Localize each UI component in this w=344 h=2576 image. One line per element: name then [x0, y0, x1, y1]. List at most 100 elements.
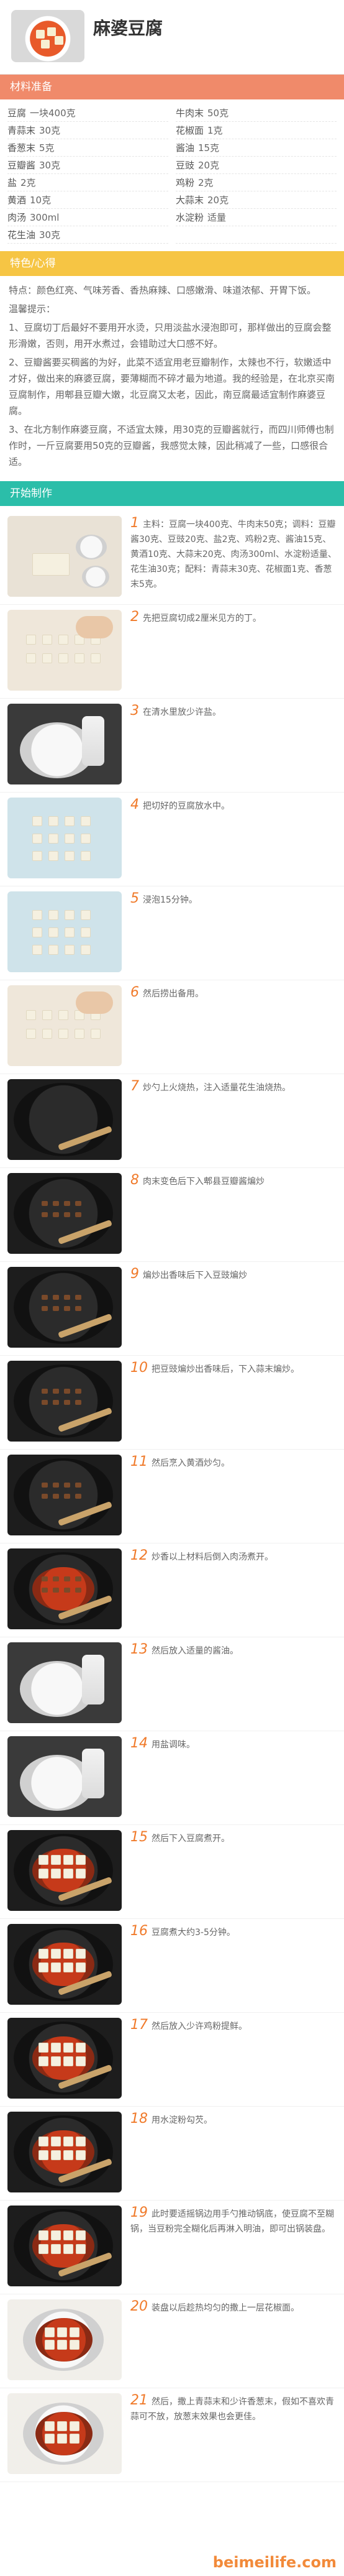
- step-photo: [7, 2018, 122, 2099]
- step-text: 然后，撒上青蒜末和少许香葱末，假如不喜欢青蒜可不放，放葱末效果也会更佳。: [130, 2397, 334, 2422]
- step-item: 6 然后捞出备用。: [0, 980, 344, 1074]
- ingredient-name: 香葱末: [7, 142, 36, 154]
- step-text: 用水淀粉勾芡。: [152, 2115, 212, 2125]
- tips-section-header: 特色/心得: [0, 251, 344, 276]
- step-text: 豆腐煮大约3-5分钟。: [152, 1928, 235, 1938]
- step-description: 17 然后放入少许鸡粉提鲜。: [130, 2018, 337, 2034]
- ingredient-amount: 2克: [20, 177, 36, 188]
- ingredient-amount: 30克: [39, 160, 61, 171]
- step-description: 4 把切好的豆腐放水中。: [130, 798, 337, 814]
- ingredient-name: 牛肉末: [176, 108, 204, 119]
- step-number: 13: [130, 1642, 148, 1657]
- ingredient-amount: 2克: [198, 177, 214, 188]
- step-photo: [7, 704, 122, 784]
- ingredient-item: 鸡粉 2克: [176, 174, 337, 191]
- ingredient-name: 豆腐: [7, 108, 27, 119]
- ingredient-amount: 适量: [207, 212, 227, 223]
- step-number: 14: [130, 1736, 148, 1751]
- ingredient-name: 酱油: [176, 142, 195, 154]
- watermark: beimeilife.com: [212, 2554, 337, 2571]
- ingredient-item: 青蒜末 30克: [7, 122, 168, 139]
- step-photo: [7, 1361, 122, 1442]
- step-item: 2 先把豆腐切成2厘米见方的丁。: [0, 605, 344, 699]
- ingredient-item: 肉汤 300ml: [7, 209, 168, 226]
- step-description: 21 然后，撒上青蒜末和少许香葱末，假如不喜欢青蒜可不放，放葱末效果也会更佳。: [130, 2393, 337, 2424]
- step-photo: [7, 1830, 122, 1911]
- step-description: 9 煸炒出香味后下入豆豉煸炒: [130, 1267, 337, 1283]
- tip-paragraph: 温馨提示：: [9, 303, 56, 315]
- step-item: 12 炒香以上材料后倒入肉汤煮开。: [0, 1543, 344, 1637]
- step-number: 21: [130, 2393, 148, 2408]
- steps-section-header: 开始制作: [0, 481, 344, 506]
- ingredient-amount: 50克: [207, 108, 229, 119]
- ingredient-item: 豆瓣酱 30克: [7, 157, 168, 174]
- step-photo: [7, 1736, 122, 1817]
- step-description: 7 炒勺上火烧热，注入适量花生油烧热。: [130, 1079, 337, 1095]
- step-photo: [7, 1455, 122, 1535]
- step-item: 8 肉末变色后下入郫县豆瓣酱煸炒: [0, 1168, 344, 1262]
- step-item: 4 把切好的豆腐放水中。: [0, 793, 344, 886]
- step-item: 3 在清水里放少许盐。: [0, 699, 344, 793]
- step-number: 7: [130, 1079, 139, 1094]
- step-description: 5 浸泡15分钟。: [130, 891, 337, 908]
- step-number: 16: [130, 1923, 148, 1939]
- step-photo: [7, 1924, 122, 2005]
- ingredient-amount: 1克: [207, 125, 223, 136]
- ingredient-name: 青蒜末: [7, 125, 36, 136]
- step-description: 10 把豆豉煸炒出香味后，下入蒜末煸炒。: [130, 1361, 337, 1377]
- ingredient-amount: 一块400克: [30, 108, 76, 119]
- tips-content: 特点：颜色红亮、气味芳香、香热麻辣、口感嫩滑、味道浓郁、开胃下饭。 温馨提示： 1、…: [0, 276, 344, 481]
- step-number: 15: [130, 1829, 148, 1845]
- step-text: 主料：豆腐一块400克、牛肉末50克；调料：豆瓣酱30克、豆豉20克、盐2克、鸡…: [130, 520, 337, 589]
- step-text: 把切好的豆腐放水中。: [143, 801, 230, 811]
- step-text: 然后烹入黄酒炒匀。: [152, 1458, 230, 1468]
- step-number: 4: [130, 797, 139, 812]
- step-number: 18: [130, 2111, 148, 2127]
- step-item: 21 然后，撒上青蒜末和少许香葱末，假如不喜欢青蒜可不放，放葱末效果也会更佳。: [0, 2388, 344, 2482]
- step-number: 10: [130, 1360, 148, 1376]
- tip-paragraph: 3、在北方制作麻婆豆腐，不适宜太辣，用30克的豆瓣酱就行，而四川师傅也制作时，一…: [9, 424, 334, 467]
- step-text: 肉末变色后下入郫县豆瓣酱煸炒: [143, 1177, 265, 1187]
- step-item: 20 装盘以后趁热均匀的撒上一层花椒面。: [0, 2294, 344, 2388]
- step-photo: [7, 610, 122, 691]
- step-number: 19: [130, 2205, 148, 2220]
- step-number: 6: [130, 985, 139, 1000]
- step-text: 浸泡15分钟。: [143, 895, 197, 905]
- step-number: 9: [130, 1266, 139, 1282]
- step-text: 炒勺上火烧热，注入适量花生油烧热。: [143, 1083, 291, 1093]
- step-description: 18 用水淀粉勾芡。: [130, 2112, 337, 2128]
- step-number: 5: [130, 891, 139, 906]
- ingredient-name: 肉汤: [7, 212, 27, 223]
- step-text: 装盘以后趁热均匀的撒上一层花椒面。: [152, 2303, 299, 2313]
- step-text: 然后放入少许鸡粉提鲜。: [152, 2022, 247, 2031]
- step-description: 2 先把豆腐切成2厘米见方的丁。: [130, 610, 337, 626]
- step-text: 煸炒出香味后下入豆豉煸炒: [143, 1271, 247, 1281]
- step-text: 此时要适摇锅边用手勺推动锅底，使豆腐不至糊锅，当豆粉完全糊化后再淋入明油，即可出…: [130, 2209, 334, 2234]
- step-number: 11: [130, 1454, 148, 1470]
- ingredient-item: 豆腐 一块400克: [7, 104, 168, 122]
- step-item: 7 炒勺上火烧热，注入适量花生油烧热。: [0, 1074, 344, 1168]
- ingredient-item: 黄酒 10克: [7, 191, 168, 209]
- ingredients-section-header: 材料准备: [0, 75, 344, 99]
- step-item: 10 把豆豉煸炒出香味后，下入蒜末煸炒。: [0, 1356, 344, 1450]
- step-description: 20 装盘以后趁热均匀的撒上一层花椒面。: [130, 2299, 337, 2316]
- tip-paragraph: 1、豆腐切丁后最好不要用开水烫，只用淡盐水浸泡即可，那样做出的豆腐会整形滑嫩，否…: [9, 322, 332, 349]
- tip-paragraph: 特点：颜色红亮、气味芳香、香热麻辣、口感嫩滑、味道浓郁、开胃下饭。: [9, 285, 317, 296]
- ingredient-item: 香葱末 5克: [7, 139, 168, 157]
- ingredient-name: 花生油: [7, 229, 36, 241]
- ingredient-amount: 20克: [198, 160, 220, 171]
- step-number: 12: [130, 1548, 148, 1563]
- ingredient-item: 花生油 30克: [7, 226, 168, 244]
- step-item: 5 浸泡15分钟。: [0, 886, 344, 980]
- step-photo: [7, 1642, 122, 1723]
- step-description: 19 此时要适摇锅边用手勺推动锅底，使豆腐不至糊锅，当豆粉完全糊化后再淋入明油，即…: [130, 2206, 337, 2237]
- step-item: 15 然后下入豆腐煮开。: [0, 1825, 344, 1919]
- ingredient-name: 花椒面: [176, 125, 204, 136]
- ingredient-name: 大蒜末: [176, 195, 204, 206]
- page-title: 麻婆豆腐: [93, 18, 163, 39]
- tip-paragraph: 2、豆瓣酱要买稠酱的为好，此菜不适宜用老豆瓣制作，太辣也不行，软嫩适中才好，做出…: [9, 357, 335, 416]
- step-photo: [7, 2112, 122, 2192]
- ingredient-amount: 20克: [207, 195, 229, 206]
- ingredient-amount: 15克: [198, 142, 220, 154]
- ingredient-name: 豆豉: [176, 160, 195, 171]
